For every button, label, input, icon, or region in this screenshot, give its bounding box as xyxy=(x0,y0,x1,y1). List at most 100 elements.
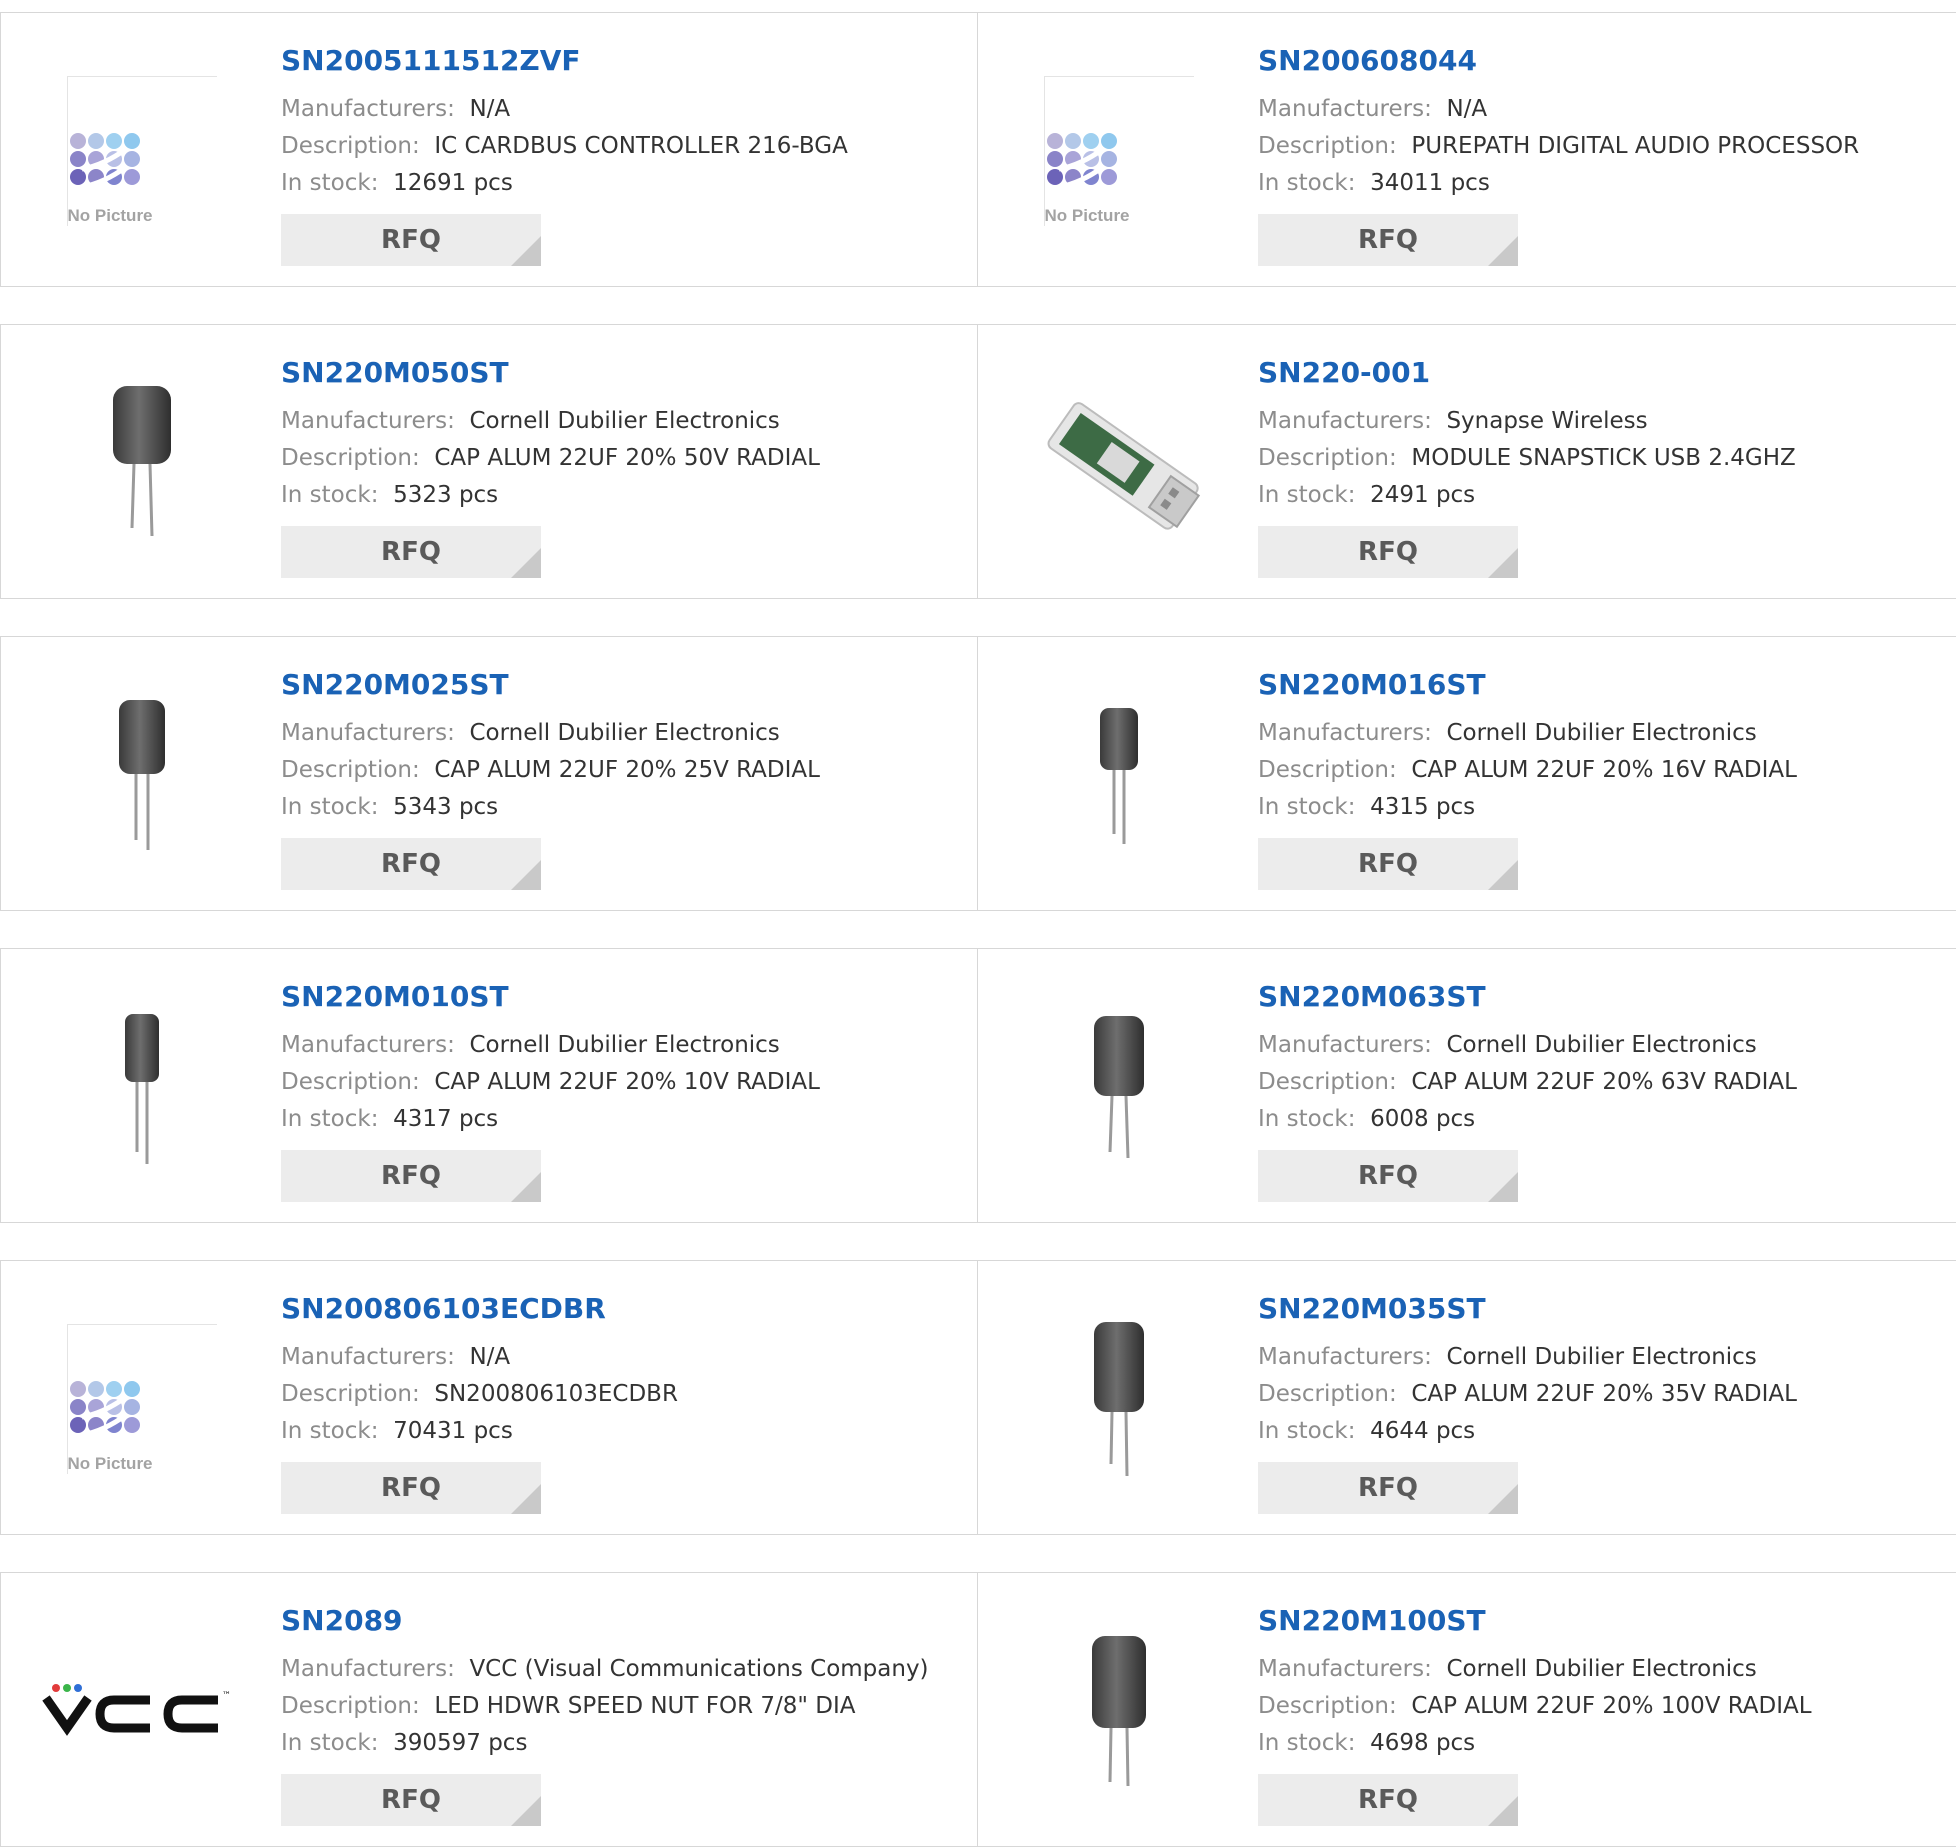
rfq-label: RFQ xyxy=(381,1161,441,1191)
rfq-button[interactable]: RFQ xyxy=(281,1462,541,1514)
no-picture-label: No Picture xyxy=(1044,205,1138,226)
product-grid: No Picture SN2005111512ZVF Manufacturers… xyxy=(0,0,1956,1847)
no-picture-icon: No Picture xyxy=(66,75,217,226)
rfq-button[interactable]: RFQ xyxy=(1258,1462,1518,1514)
rfq-button[interactable]: RFQ xyxy=(281,1774,541,1826)
rfq-label: RFQ xyxy=(1358,1785,1418,1815)
part-number-link[interactable]: SN220M050ST xyxy=(281,355,957,391)
capacitor-icon xyxy=(1099,707,1138,844)
manufacturers-label: Manufacturers: xyxy=(281,1344,455,1370)
manufacturers-label: Manufacturers: xyxy=(1258,720,1432,746)
product-image xyxy=(1016,989,1221,1184)
description-label: Description: xyxy=(1258,1069,1397,1095)
product-image xyxy=(39,989,244,1184)
rfq-button[interactable]: RFQ xyxy=(281,1150,541,1202)
corner-triangle-icon xyxy=(511,1796,541,1826)
part-number-link[interactable]: SN220M063ST xyxy=(1258,979,1937,1015)
product-card: SN220M035ST Manufacturers: Cornell Dubil… xyxy=(978,1260,1956,1535)
stock-value: 390597 pcs xyxy=(393,1730,528,1756)
manufacturer-value: Cornell Dubilier Electronics xyxy=(469,408,780,434)
part-number-link[interactable]: SN200806103ECDBR xyxy=(281,1291,957,1327)
rfq-button[interactable]: RFQ xyxy=(1258,526,1518,578)
product-image-placeholder: No Picture xyxy=(39,53,244,248)
corner-triangle-icon xyxy=(1488,1796,1518,1826)
part-number-link[interactable]: SN2089 xyxy=(281,1603,957,1639)
part-number-link[interactable]: SN220M010ST xyxy=(281,979,957,1015)
description-value: CAP ALUM 22UF 20% 16V RADIAL xyxy=(1411,757,1797,783)
in-stock-label: In stock: xyxy=(281,1730,379,1756)
product-card: No Picture SN200608044 Manufacturers: N/… xyxy=(978,12,1956,287)
manufacturers-label: Manufacturers: xyxy=(1258,1032,1432,1058)
no-picture-icon: No Picture xyxy=(1043,75,1194,226)
product-card: SN220M025ST Manufacturers: Cornell Dubil… xyxy=(0,636,978,911)
in-stock-label: In stock: xyxy=(281,170,379,196)
rfq-label: RFQ xyxy=(1358,225,1418,255)
rfq-button[interactable]: RFQ xyxy=(1258,214,1518,266)
corner-triangle-icon xyxy=(1488,860,1518,890)
manufacturer-value: Synapse Wireless xyxy=(1446,408,1648,434)
capacitor-icon xyxy=(112,385,171,536)
rfq-button[interactable]: RFQ xyxy=(1258,1150,1518,1202)
part-number-link[interactable]: SN200608044 xyxy=(1258,43,1937,79)
in-stock-label: In stock: xyxy=(1258,1418,1356,1444)
manufacturers-label: Manufacturers: xyxy=(281,1656,455,1682)
part-number-link[interactable]: SN220-001 xyxy=(1258,355,1937,391)
rfq-button[interactable]: RFQ xyxy=(1258,838,1518,890)
manufacturers-label: Manufacturers: xyxy=(281,96,455,122)
description-value: LED HDWR SPEED NUT FOR 7/8" DIA xyxy=(434,1693,856,1719)
product-card: SN220M050ST Manufacturers: Cornell Dubil… xyxy=(0,324,978,599)
manufacturer-value: Cornell Dubilier Electronics xyxy=(1446,1344,1757,1370)
in-stock-label: In stock: xyxy=(1258,794,1356,820)
part-number-link[interactable]: SN220M025ST xyxy=(281,667,957,703)
capacitor-icon xyxy=(1091,1635,1146,1786)
corner-triangle-icon xyxy=(1488,1172,1518,1202)
rfq-button[interactable]: RFQ xyxy=(281,214,541,266)
stock-value: 5343 pcs xyxy=(393,794,499,820)
manufacturers-label: Manufacturers: xyxy=(1258,1656,1432,1682)
description-value: IC CARDBUS CONTROLLER 216-BGA xyxy=(434,133,848,159)
part-number-link[interactable]: SN220M016ST xyxy=(1258,667,1937,703)
description-value: CAP ALUM 22UF 20% 100V RADIAL xyxy=(1411,1693,1812,1719)
capacitor-icon xyxy=(118,699,165,850)
description-label: Description: xyxy=(1258,445,1397,471)
manufacturers-label: Manufacturers: xyxy=(281,408,455,434)
manufacturers-label: Manufacturers: xyxy=(1258,408,1432,434)
stock-value: 34011 pcs xyxy=(1370,170,1490,196)
description-value: CAP ALUM 22UF 20% 25V RADIAL xyxy=(434,757,820,783)
manufacturers-label: Manufacturers: xyxy=(281,1032,455,1058)
no-picture-icon: No Picture xyxy=(66,1323,217,1474)
description-value: CAP ALUM 22UF 20% 10V RADIAL xyxy=(434,1069,820,1095)
rfq-button[interactable]: RFQ xyxy=(281,526,541,578)
part-number-link[interactable]: SN220M035ST xyxy=(1258,1291,1937,1327)
product-card: No Picture SN2005111512ZVF Manufacturers… xyxy=(0,12,978,287)
product-card: No Picture SN200806103ECDBR Manufacturer… xyxy=(0,1260,978,1535)
capacitor-icon xyxy=(1093,1321,1144,1476)
product-card: SN220M100ST Manufacturers: Cornell Dubil… xyxy=(978,1572,1956,1847)
part-number-link[interactable]: SN220M100ST xyxy=(1258,1603,1937,1639)
stock-value: 70431 pcs xyxy=(393,1418,513,1444)
rfq-button[interactable]: RFQ xyxy=(281,838,541,890)
stock-value: 2491 pcs xyxy=(1370,482,1476,508)
part-number-link[interactable]: SN2005111512ZVF xyxy=(281,43,957,79)
rfq-label: RFQ xyxy=(381,225,441,255)
rfq-button[interactable]: RFQ xyxy=(1258,1774,1518,1826)
usb-module-icon xyxy=(1047,401,1200,530)
product-image xyxy=(1016,1301,1221,1496)
corner-triangle-icon xyxy=(511,236,541,266)
product-card: SN220M063ST Manufacturers: Cornell Dubil… xyxy=(978,948,1956,1223)
manufacturer-value: Cornell Dubilier Electronics xyxy=(469,720,780,746)
corner-triangle-icon xyxy=(1488,236,1518,266)
no-picture-label: No Picture xyxy=(67,205,161,226)
rfq-label: RFQ xyxy=(1358,1473,1418,1503)
description-value: CAP ALUM 22UF 20% 63V RADIAL xyxy=(1411,1069,1797,1095)
description-label: Description: xyxy=(281,1693,420,1719)
in-stock-label: In stock: xyxy=(1258,170,1356,196)
manufacturer-value: N/A xyxy=(469,96,511,122)
rfq-label: RFQ xyxy=(381,537,441,567)
corner-triangle-icon xyxy=(511,1484,541,1514)
description-value: CAP ALUM 22UF 20% 50V RADIAL xyxy=(434,445,820,471)
manufacturer-value: VCC (Visual Communications Company) xyxy=(469,1656,929,1682)
manufacturer-value: Cornell Dubilier Electronics xyxy=(1446,1656,1757,1682)
product-card: SN220M016ST Manufacturers: Cornell Dubil… xyxy=(978,636,1956,911)
in-stock-label: In stock: xyxy=(281,1106,379,1132)
